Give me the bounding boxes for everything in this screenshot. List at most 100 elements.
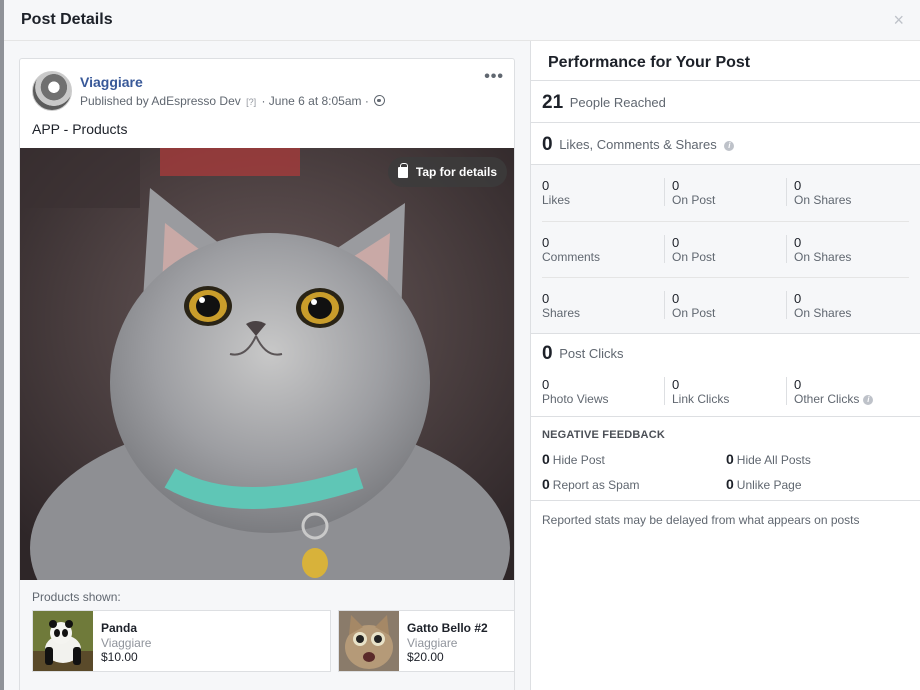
tap-for-details-button[interactable]: Tap for details <box>387 157 507 187</box>
info-icon[interactable]: i <box>863 395 874 405</box>
post-image-cat[interactable]: Tap for details <box>20 148 514 580</box>
comments-row: 0 Comments 0 On Post 0 On Shares <box>542 221 909 277</box>
stat-value: 0 <box>726 476 734 492</box>
negative-feedback-section: NEGATIVE FEEDBACK 0 Hide Post 0 Hide All P… <box>531 417 920 501</box>
performance-pane: Performance for Your Post 21 People Reac… <box>530 41 920 690</box>
info-icon[interactable]: i <box>724 141 735 151</box>
photo-views: 0 Photo Views <box>542 368 664 416</box>
stat-value: 0 <box>672 291 680 306</box>
product-card-panda[interactable]: Panda Viaggiare $10.00 <box>32 610 331 672</box>
dialog-title: Post Details <box>21 11 113 28</box>
stats-disclaimer: Reported stats may be delayed from what … <box>542 513 860 527</box>
product-shop: Viaggiare <box>101 636 152 650</box>
negative-feedback-title: NEGATIVE FEEDBACK <box>542 429 665 441</box>
dialog-header: Post Details × <box>4 0 920 41</box>
stat-label: Hide Post <box>552 453 605 467</box>
products-shown-label: Products shown: <box>32 590 121 604</box>
comments-total: 0 Comments <box>542 222 664 277</box>
comments-on-post: 0 On Post <box>664 235 786 264</box>
likes-total: 0 Likes <box>542 165 664 221</box>
close-icon[interactable]: × <box>893 11 904 29</box>
stat-value: 0 <box>542 291 550 306</box>
panda-thumbnail <box>33 611 93 671</box>
post-details-dialog: Post Details × Viaggiare Published by Ad… <box>4 0 920 690</box>
stat-value: 0 <box>542 476 550 492</box>
report-spam-stat: 0 Report as Spam <box>542 476 640 492</box>
engagement-label: Likes, Comments & Shares <box>559 137 717 152</box>
engagement-breakdown: 0 Likes 0 On Post 0 On Shares 0 Comments <box>531 165 920 334</box>
stat-value: 0 <box>794 377 802 392</box>
stat-label: Link Clicks <box>672 392 730 406</box>
stat-value: 0 <box>726 451 734 467</box>
stat-label: Report as Spam <box>552 478 640 492</box>
stat-label: On Post <box>672 250 716 264</box>
stat-label: On Post <box>672 193 716 207</box>
product-shop: Viaggiare <box>407 636 458 650</box>
product-card-gatto-bello[interactable]: Gatto Bello #2 Viaggiare $20.00 <box>338 610 514 672</box>
stat-label: Hide All Posts <box>736 453 811 467</box>
engagement-row: 0 Likes, Comments & Shares i <box>531 123 920 165</box>
post-meta: Published by AdEspresso Dev [?] · June 6… <box>80 94 386 108</box>
cat-illustration <box>20 148 514 580</box>
stat-label: Likes <box>542 193 571 207</box>
shares-on-shares: 0 On Shares <box>786 291 908 320</box>
people-reached-row: 21 People Reached <box>531 81 920 123</box>
link-clicks: 0 Link Clicks <box>664 377 786 406</box>
tap-for-details-label: Tap for details <box>415 165 497 179</box>
product-name: Panda <box>101 621 138 635</box>
post-clicks-label: Post Clicks <box>559 346 624 361</box>
shares-total: 0 Shares <box>542 278 664 333</box>
post-clicks-row: 0 Post Clicks <box>531 334 920 368</box>
unlike-page-stat: 0 Unlike Page <box>726 476 802 492</box>
publisher-link[interactable]: AdEspresso Dev <box>151 94 240 108</box>
likes-on-shares: 0 On Shares <box>786 178 908 207</box>
stat-value: 0 <box>794 235 802 250</box>
shares-on-post: 0 On Post <box>664 291 786 320</box>
more-options-icon[interactable]: ••• <box>484 69 504 85</box>
other-clicks: 0 Other Clicks i <box>786 377 908 406</box>
shopping-bag-icon <box>397 162 408 178</box>
post-text: APP - Products <box>32 121 128 137</box>
stat-label: On Shares <box>794 250 852 264</box>
hide-all-posts-stat: 0 Hide All Posts <box>726 451 811 467</box>
stat-value: 0 <box>672 178 680 193</box>
stat-value: 0 <box>542 451 550 467</box>
stat-label: Unlike Page <box>736 478 802 492</box>
product-name: Gatto Bello #2 <box>407 621 488 635</box>
product-price: $10.00 <box>101 650 138 664</box>
stat-label: Shares <box>542 306 581 320</box>
performance-title: Performance for Your Post <box>531 41 920 81</box>
people-reached-label: People Reached <box>569 95 666 110</box>
likes-on-post: 0 On Post <box>664 178 786 207</box>
stat-label: Other Clicks i <box>794 392 908 406</box>
stat-label: On Shares <box>794 306 852 320</box>
stat-value: 0 <box>794 178 802 193</box>
post-clicks-value: 0 <box>542 343 553 364</box>
stat-label: Photo Views <box>542 392 609 406</box>
post-card: Viaggiare Published by AdEspresso Dev [?… <box>19 58 515 690</box>
help-marker[interactable]: [?] <box>246 97 256 107</box>
stat-label: On Post <box>672 306 716 320</box>
engagement-value: 0 <box>542 134 553 155</box>
stat-value: 0 <box>542 235 550 250</box>
stat-value: 0 <box>672 377 680 392</box>
products-shown-section: Products shown: Panda Viaggiare $10.00 G… <box>20 580 514 690</box>
clicks-breakdown: 0 Photo Views 0 Link Clicks 0 Other Clic… <box>531 368 920 416</box>
hide-post-stat: 0 Hide Post <box>542 451 605 467</box>
post-preview-pane: Viaggiare Published by AdEspresso Dev [?… <box>4 41 530 690</box>
stat-value: 0 <box>542 377 550 392</box>
post-clicks-section: 0 Post Clicks 0 Photo Views 0 Link Click… <box>531 334 920 417</box>
people-reached-value: 21 <box>542 92 564 113</box>
likes-row: 0 Likes 0 On Post 0 On Shares <box>531 165 920 221</box>
stat-label: Comments <box>542 250 601 264</box>
comments-on-shares: 0 On Shares <box>786 235 908 264</box>
stat-value: 0 <box>542 178 550 193</box>
globe-icon <box>374 95 386 106</box>
stat-value: 0 <box>794 291 802 306</box>
shares-row: 0 Shares 0 On Post 0 On Shares <box>542 277 909 333</box>
published-by-text: Published by <box>80 94 149 108</box>
page-avatar[interactable] <box>32 71 72 111</box>
page-name-link[interactable]: Viaggiare <box>80 74 143 90</box>
product-price: $20.00 <box>407 650 444 664</box>
post-date[interactable]: · June 6 at 8:05am · <box>261 94 368 108</box>
